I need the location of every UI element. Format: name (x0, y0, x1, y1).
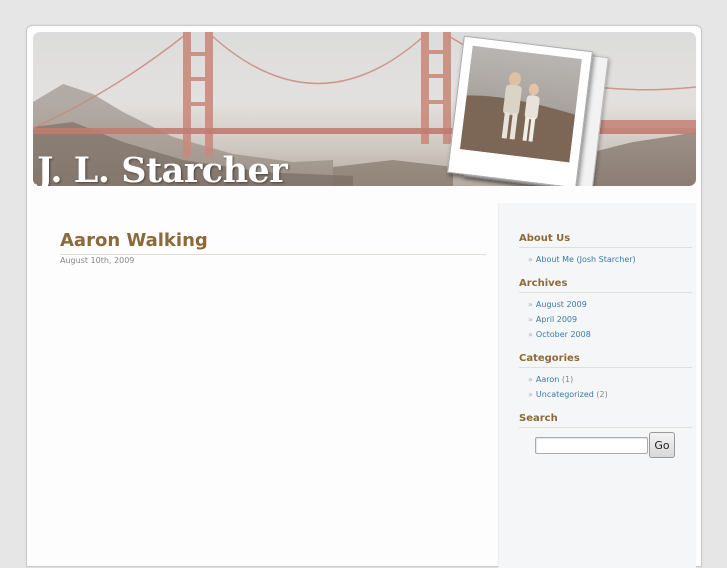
site-header-banner: J. L. Starcher (33, 32, 696, 186)
category-link-aaron[interactable]: Aaron (536, 375, 559, 384)
list-item: » October 2008 (528, 327, 692, 342)
bullet-icon: » (528, 300, 533, 309)
search-form: Go (519, 432, 692, 462)
bullet-icon: » (528, 390, 533, 399)
archive-link-august-2009[interactable]: August 2009 (536, 300, 587, 309)
list-item: » April 2009 (528, 312, 692, 327)
category-count: (1) (561, 375, 574, 384)
search-input[interactable] (535, 437, 648, 454)
category-link-uncategorized[interactable]: Uncategorized (536, 390, 594, 399)
widget-categories: Categories » Aaron (1) » Uncategorized (2) (519, 353, 692, 402)
archive-link-october-2008[interactable]: October 2008 (536, 330, 591, 339)
list-item: » Uncategorized (2) (528, 387, 692, 402)
bullet-icon: » (528, 375, 533, 384)
widget-archives: Archives » August 2009 » April 2009 » Octob… (519, 278, 692, 342)
sidebar: About Us » About Me (Josh Starcher) Archi… (498, 203, 696, 568)
widget-heading-search: Search (519, 413, 692, 428)
archive-link-april-2009[interactable]: April 2009 (536, 315, 577, 324)
widget-heading-archives: Archives (519, 278, 692, 293)
post-date: August 10th, 2009 (60, 256, 135, 265)
about-list: » About Me (Josh Starcher) (519, 252, 692, 267)
categories-list: » Aaron (1) » Uncategorized (2) (519, 372, 692, 402)
widget-about: About Us » About Me (Josh Starcher) (519, 233, 692, 267)
widget-search: Search Go (519, 413, 692, 462)
search-go-button[interactable]: Go (649, 432, 675, 458)
bullet-icon: » (528, 315, 533, 324)
widget-heading-categories: Categories (519, 353, 692, 368)
widget-heading-about: About Us (519, 233, 692, 248)
archives-list: » August 2009 » April 2009 » October 2008 (519, 297, 692, 342)
couple-photo (447, 35, 593, 186)
post-title-divider (60, 254, 486, 255)
page-container: J. L. Starcher Aaron Walking August 10th… (26, 25, 702, 568)
site-title[interactable]: J. L. Starcher (37, 150, 288, 186)
list-item: » About Me (Josh Starcher) (528, 252, 692, 267)
post-title[interactable]: Aaron Walking (60, 230, 486, 251)
bullet-icon: » (528, 255, 533, 264)
category-count: (2) (596, 390, 608, 399)
list-item: » August 2009 (528, 297, 692, 312)
couple-photo-image (460, 45, 582, 163)
about-me-link[interactable]: About Me (Josh Starcher) (536, 255, 636, 264)
list-item: » Aaron (1) (528, 372, 692, 387)
bullet-icon: » (528, 330, 533, 339)
